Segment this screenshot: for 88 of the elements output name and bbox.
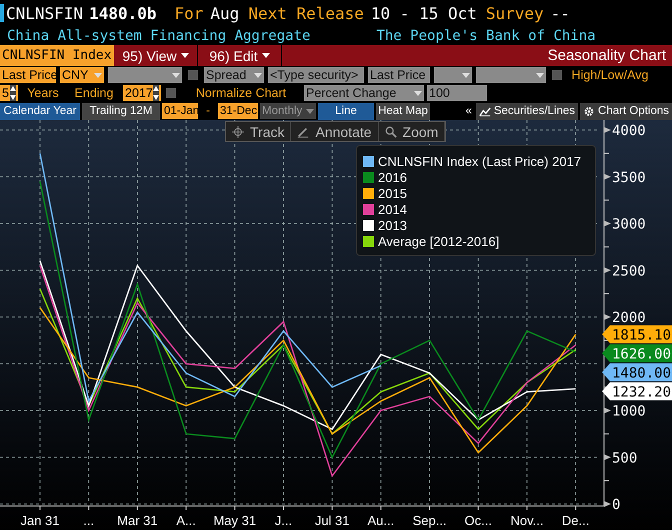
legend-label: 2013 [378, 218, 407, 232]
menu-button[interactable]: 96) Edit [198, 45, 282, 66]
for-label: For [174, 4, 204, 22]
spinner-arrows-icon[interactable] [153, 85, 159, 101]
caret-icon [254, 72, 262, 78]
option-label: Years [26, 86, 60, 100]
release-label: Next Release [248, 4, 364, 22]
x-tick-label: Nov... [510, 513, 544, 528]
checkbox[interactable] [552, 70, 562, 80]
option-label: Normalize Chart [194, 86, 288, 100]
x-tick-label: ... [83, 513, 94, 528]
survey-value: -- [550, 4, 570, 22]
input-field[interactable]: Last Price [0, 67, 56, 83]
caret-icon [94, 72, 102, 78]
x-tick-label: Mar 31 [117, 513, 158, 528]
y-tick-label: 3500 [612, 170, 646, 186]
y-tick-label: 2000 [612, 310, 646, 326]
spinner-arrows-icon[interactable] [10, 85, 16, 101]
x-tick-label: Jul 31 [314, 513, 350, 528]
line-chart-icon [478, 106, 491, 116]
settings-icon [583, 106, 596, 116]
caret-icon [172, 72, 180, 78]
pencil-icon [297, 126, 310, 138]
input-field[interactable]: 31-Dec [218, 103, 258, 119]
legend-label: CNLNSFIN Index (Last Price) 2017 [378, 154, 582, 168]
x-tick-label: Au... [368, 513, 394, 528]
caret-icon [180, 53, 189, 58]
cursor-marker [0, 4, 4, 22]
ticker: CNLNSFIN [6, 4, 84, 22]
spinner-field[interactable]: 5 [0, 85, 18, 101]
toolbar-button[interactable]: Securities/Lines [476, 102, 578, 120]
legend-label: 2014 [378, 202, 407, 216]
tab[interactable]: Line [318, 102, 374, 120]
dropdown[interactable]: CNY [60, 67, 104, 83]
y-tick-label: 2000 [604, 310, 646, 326]
for-value: Aug [210, 4, 240, 22]
caret-icon [414, 90, 422, 96]
x-tick-label: May 31 [213, 513, 256, 528]
tab[interactable]: Calendar Year [0, 102, 80, 120]
chart-tool-button[interactable]: Zoom [378, 122, 446, 141]
security-field[interactable]: CNLNSFIN Index [0, 45, 114, 66]
tab[interactable]: Trailing 12M [82, 102, 160, 120]
checkbox[interactable] [188, 70, 198, 80]
ticker-value: 1480.0b [89, 4, 156, 22]
chart-tool-button[interactable]: Track [226, 122, 292, 141]
y-tick-label: 500 [612, 450, 638, 466]
chart-tool-button[interactable]: Annotate [291, 122, 379, 141]
crosshair-icon [232, 126, 244, 138]
legend-label: Average [2012-2016] [378, 234, 500, 248]
search-icon [384, 126, 397, 138]
y-tick-label: 3000 [612, 216, 646, 232]
checkbox[interactable] [166, 88, 176, 98]
source-name: The People's Bank of China [376, 28, 596, 44]
legend-label: 2016 [378, 170, 407, 184]
y-tick-label: 3500 [604, 170, 646, 186]
y-tick-label: 0 [612, 497, 620, 513]
caret-icon [262, 53, 270, 58]
y-tick-label: 4000 [604, 123, 646, 139]
chart-title: Seasonality Chart [548, 46, 667, 66]
caret-icon [536, 72, 544, 78]
x-tick-label: Sep... [412, 513, 447, 528]
x-tick-label: J... [274, 513, 292, 528]
x-tick-label: Oc... [464, 513, 492, 528]
option-label: Ending [74, 86, 114, 100]
y-tick-label: 4000 [612, 123, 646, 139]
caret-icon [306, 108, 314, 114]
x-tick-label: De... [562, 513, 590, 528]
caret-icon [462, 72, 470, 78]
input-field[interactable]: 01-Jan [162, 103, 198, 119]
release-value: 10 - 15 Oct [370, 4, 477, 22]
spinner-field[interactable]: 2017 [123, 85, 161, 101]
survey-label: Survey [486, 4, 544, 22]
tab[interactable]: Heat Map [376, 102, 430, 120]
option-label: - [205, 105, 211, 117]
security-name: China All-system Financing Aggregate [7, 28, 310, 44]
y-tick-label: 1000 [612, 404, 646, 420]
y-tick-label: 0 [604, 497, 620, 513]
y-tick-label: 3000 [604, 216, 646, 232]
x-tick-label: A... [176, 513, 196, 528]
legend-label: 2015 [378, 186, 407, 200]
option-label: High/Low/Avg [570, 68, 650, 82]
y-tick-label: 2500 [612, 263, 646, 280]
x-tick-label: Jan 31 [20, 513, 60, 528]
y-tick-label: 500 [604, 450, 638, 466]
y-tick-label: 1000 [604, 404, 646, 420]
toolbar-button[interactable]: Chart Options [580, 102, 672, 120]
y-tick-label: 2500 [604, 263, 646, 280]
menu-button[interactable]: 95) View [114, 45, 198, 66]
